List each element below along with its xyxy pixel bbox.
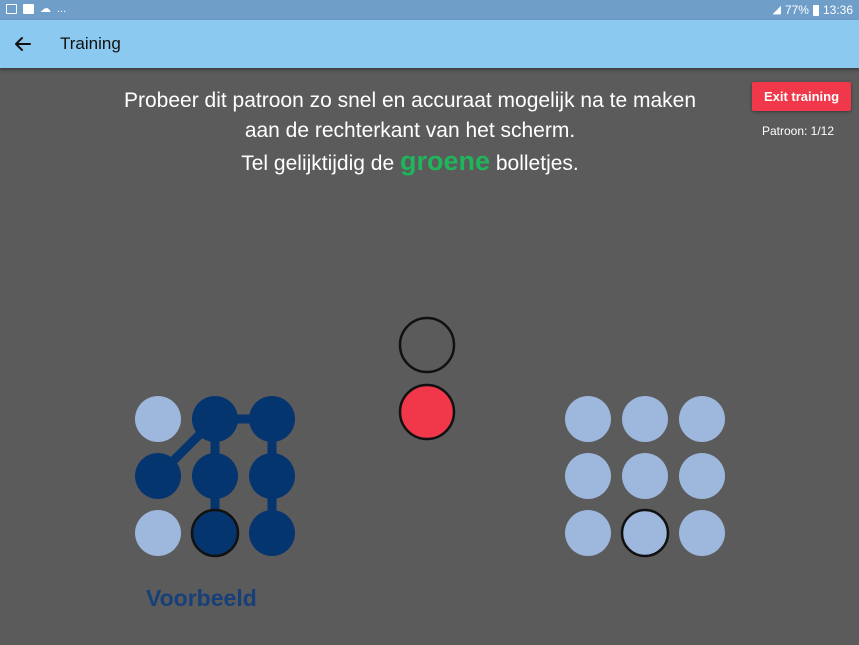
example-dot [192,396,238,442]
input-dot[interactable] [622,453,668,499]
example-dot [135,396,181,442]
input-dot[interactable] [565,453,611,499]
input-dot[interactable] [620,508,670,558]
input-dot[interactable] [622,396,668,442]
example-dot [249,453,295,499]
example-dot [249,396,295,442]
indicator-top-circle [398,316,456,374]
example-dot [192,453,238,499]
input-dot[interactable] [679,453,725,499]
example-grid [135,396,295,558]
input-dot[interactable] [565,396,611,442]
input-dot[interactable] [565,510,611,556]
example-dot [135,453,181,499]
example-dot [135,510,181,556]
example-dot [190,508,240,558]
example-dot [249,510,295,556]
example-label: Voorbeeld [146,585,257,611]
input-dot[interactable] [679,396,725,442]
input-grid [565,396,725,558]
indicator-bottom-circle [398,383,456,441]
pattern-board [135,316,725,558]
input-dot[interactable] [679,510,725,556]
signal-indicator [398,316,456,441]
